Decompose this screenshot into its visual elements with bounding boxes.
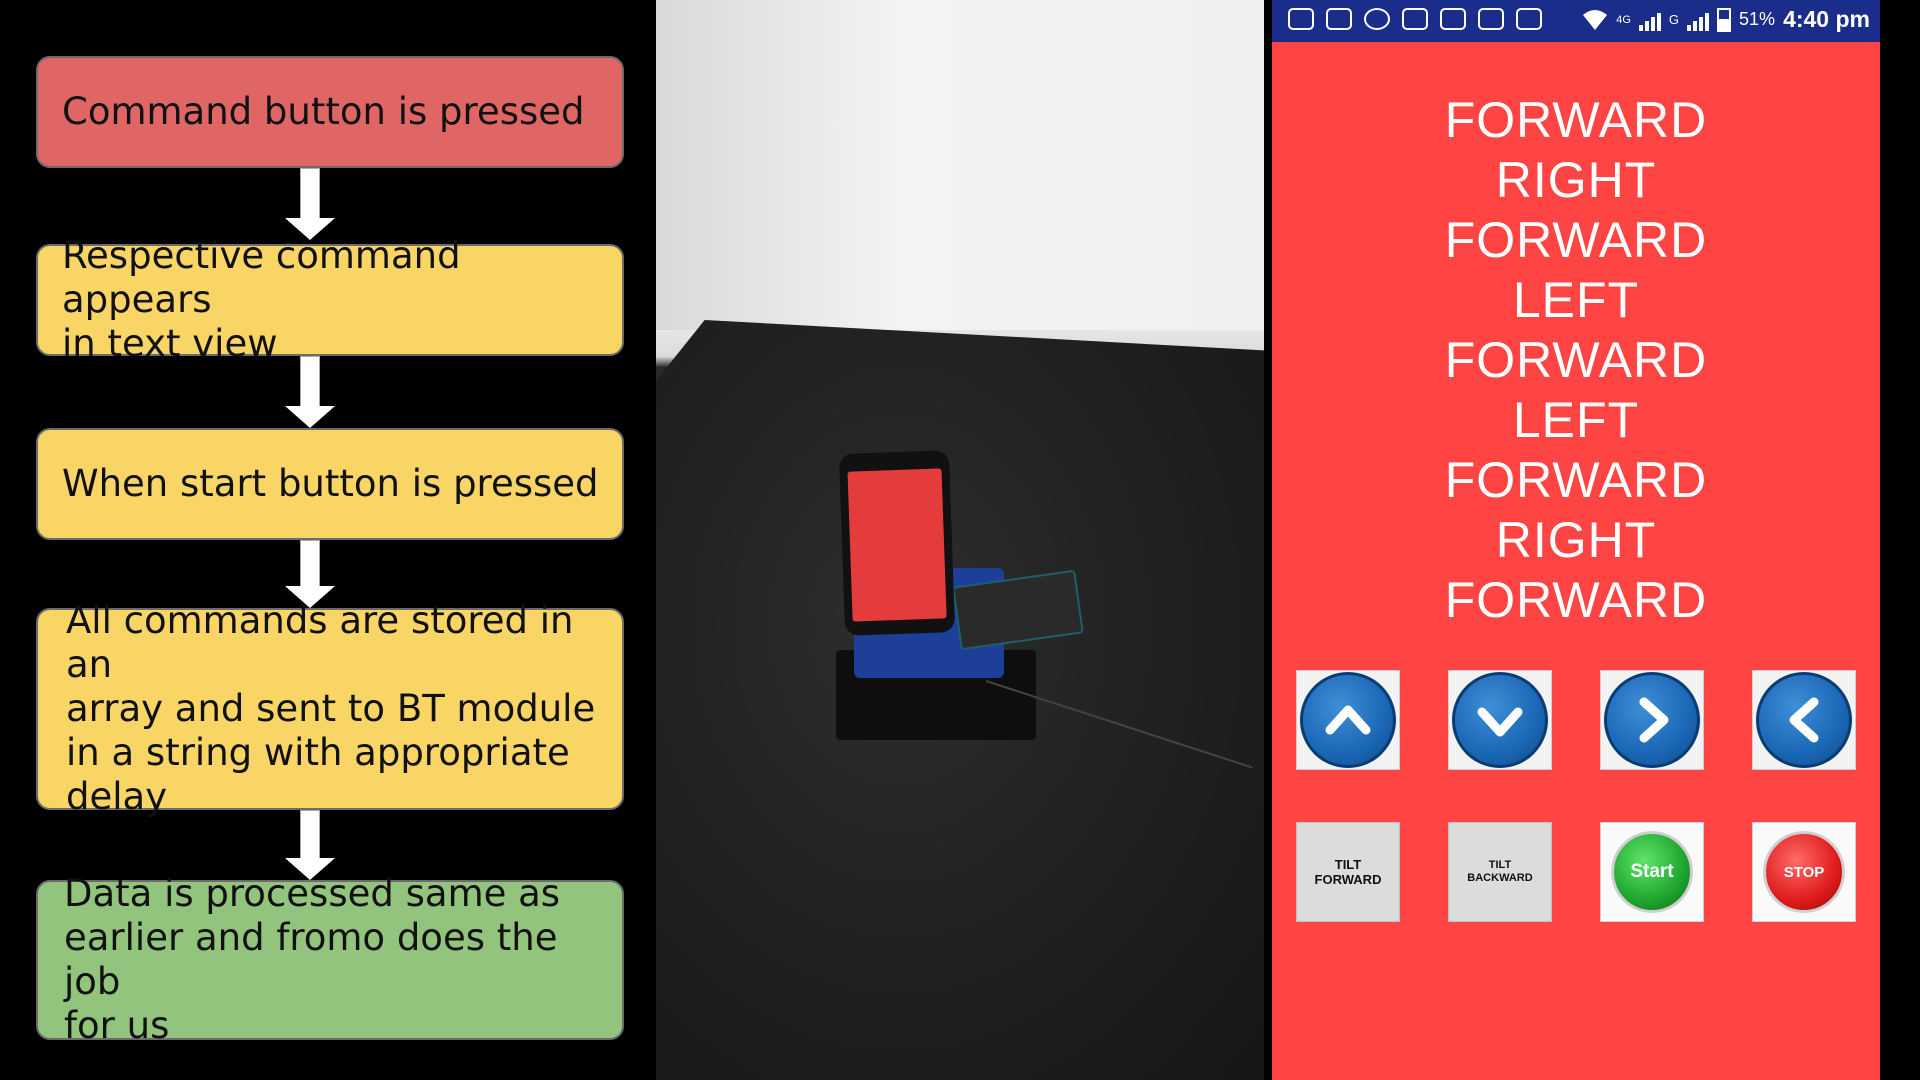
flow-step-data-processed: Data is processed same as earlier and fr…	[36, 872, 624, 1047]
signal-icon	[1687, 9, 1710, 31]
flow-step-text: All commands are stored in an	[66, 599, 574, 686]
tilt-forward-button[interactable]: TILT FORWARD	[1296, 822, 1400, 922]
battery-percent: 51%	[1739, 9, 1776, 29]
cast-icon	[1478, 8, 1504, 30]
command-line: FORWARD	[1444, 212, 1708, 268]
command-line: RIGHT	[1495, 512, 1657, 568]
start-button[interactable]: Start	[1600, 822, 1704, 922]
robot-phone	[838, 450, 956, 636]
wifi-icon	[1583, 9, 1608, 30]
command-line: RIGHT	[1495, 152, 1657, 208]
app-grid-icon	[1440, 8, 1466, 30]
robot-photo	[656, 0, 1264, 1080]
command-line: FORWARD	[1444, 452, 1708, 508]
network-type-label-2: G	[1668, 12, 1680, 27]
flow-step-text: Data is processed same as	[64, 872, 561, 915]
flow-step-text: in text view	[62, 322, 278, 365]
forward-arrow-button[interactable]	[1296, 670, 1400, 770]
chevron-left-icon	[1789, 697, 1819, 743]
flow-step-text: delay	[66, 775, 168, 818]
stop-button[interactable]: STOP	[1752, 822, 1856, 922]
command-line: FORWARD	[1444, 92, 1708, 148]
start-button-label: Start	[1611, 831, 1693, 913]
flow-step-commands-stored: All commands are stored in an array and …	[36, 599, 624, 818]
photo-wall	[656, 0, 1264, 330]
status-time: 4:40 pm	[1783, 6, 1870, 32]
flow-step-text: for us	[64, 1004, 170, 1047]
flow-step-text: earlier and fromo does the job	[64, 916, 558, 1003]
vibrate-icon	[1516, 8, 1542, 30]
command-line: FORWARD	[1444, 572, 1708, 628]
flow-arrow-icon	[285, 810, 335, 880]
command-line: LEFT	[1512, 392, 1640, 448]
whatsapp-icon	[1364, 8, 1390, 30]
flow-step-text: When start button is pressed	[62, 462, 599, 505]
flow-arrow-icon	[285, 540, 335, 608]
left-arrow-button[interactable]	[1752, 670, 1856, 770]
flow-arrow-icon	[285, 356, 335, 428]
status-bar: 4G G 51% 4:40 pm	[1272, 0, 1880, 42]
signal-icon	[1638, 9, 1661, 31]
flow-step-text: Respective command appears	[62, 234, 461, 321]
battery-fill	[1719, 19, 1730, 30]
tilt-backward-button[interactable]: TILT BACKWARD	[1448, 822, 1552, 922]
command-line: LEFT	[1512, 272, 1640, 328]
chevron-right-icon	[1639, 697, 1669, 743]
app-grid-icon	[1402, 8, 1428, 30]
backward-arrow-button[interactable]	[1448, 670, 1552, 770]
right-arrow-button[interactable]	[1600, 670, 1704, 770]
flow-step-start-pressed: When start button is pressed	[36, 428, 624, 540]
command-text-view: FORWARD RIGHT FORWARD LEFT FORWARD LEFT FORWAR…	[1272, 90, 1880, 630]
video-icon	[1326, 8, 1352, 30]
network-type-label: 4G	[1616, 13, 1631, 26]
chevron-down-icon	[1477, 707, 1523, 737]
phone-app-screen: 4G G 51% 4:40 pm FORWARD RIGHT FORWARD LEFT…	[1272, 0, 1880, 1080]
flow-step-text: array and sent to BT module	[66, 687, 596, 730]
status-system-area: 4G G 51% 4:40 pm	[1582, 6, 1870, 33]
flow-arrow-icon	[285, 168, 335, 240]
command-line: FORWARD	[1444, 332, 1708, 388]
message-icon	[1288, 8, 1314, 30]
flowchart-panel: Command button is pressed Respective com…	[0, 0, 656, 1080]
flow-step-text: Command button is pressed	[62, 90, 585, 133]
flow-step-text: in a string with appropriate	[66, 731, 570, 774]
battery-icon	[1717, 7, 1732, 32]
stop-button-label: STOP	[1763, 831, 1845, 913]
flow-step-command-pressed: Command button is pressed	[36, 56, 624, 168]
status-notification-icons	[1288, 8, 1542, 30]
flow-step-command-appears: Respective command appears in text view	[36, 234, 624, 365]
chevron-up-icon	[1325, 705, 1371, 735]
